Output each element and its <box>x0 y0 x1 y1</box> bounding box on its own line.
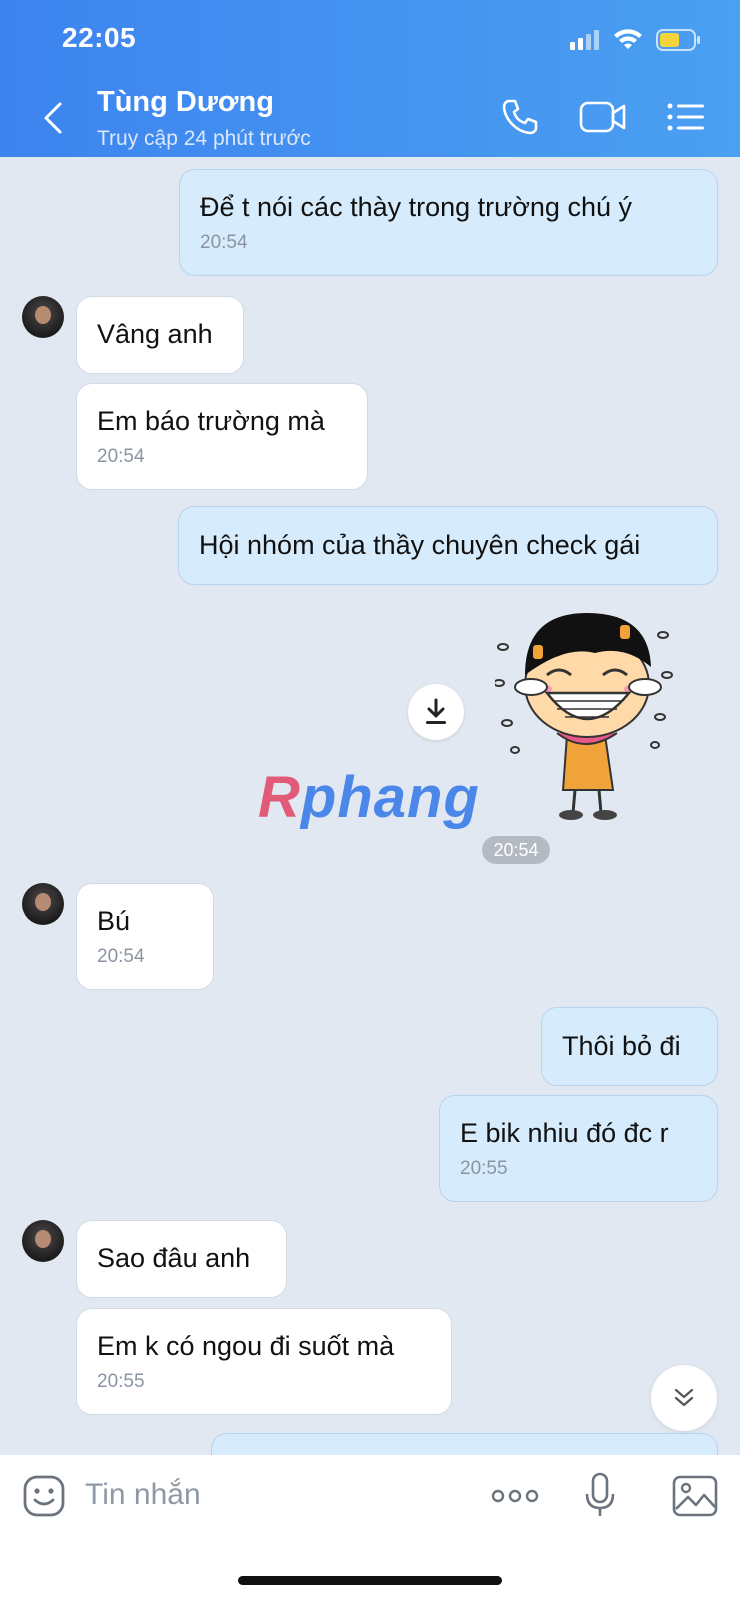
avatar[interactable] <box>22 883 64 925</box>
message-text: E bik nhiu đó đc r <box>460 1118 669 1148</box>
message-text: Em k có ngou đi suốt mà <box>97 1331 395 1361</box>
more-dots-icon <box>491 1489 539 1503</box>
image-gallery-icon <box>672 1475 718 1517</box>
message-input[interactable]: Tin nhắn <box>85 1478 201 1512</box>
photo-button[interactable] <box>671 1470 719 1522</box>
avatar[interactable] <box>22 296 64 338</box>
chat-header: 22:05 Tùng Dương Truy cập 24 phút trước <box>0 0 740 157</box>
sticker-emoji-icon <box>23 1475 65 1517</box>
message-bubble-outgoing[interactable]: E bik nhiu đó đc r 20:55 <box>439 1095 718 1202</box>
download-icon <box>426 698 446 724</box>
message-bubble-incoming[interactable]: Sao đâu anh <box>76 1220 287 1298</box>
laughing-girl-sticker[interactable] <box>495 605 685 825</box>
message-time: 20:54 <box>97 446 145 467</box>
voice-call-button[interactable] <box>494 94 546 140</box>
sticker-time: 20:54 <box>482 836 550 864</box>
message-text: Vâng anh <box>97 319 213 349</box>
phone-icon <box>502 99 538 135</box>
menu-button[interactable] <box>660 94 712 140</box>
scroll-to-bottom-button[interactable] <box>651 1365 717 1431</box>
status-icons <box>570 28 702 52</box>
message-time: 20:54 <box>97 946 145 967</box>
contact-name[interactable]: Tùng Dương <box>97 86 274 119</box>
message-text: Hội nhóm của thầy chuyên check gái <box>199 530 641 560</box>
contact-status: Truy cập 24 phút trước <box>97 127 311 150</box>
message-text: Bú <box>97 906 131 936</box>
message-bubble-incoming[interactable]: Bú 20:54 <box>76 883 214 990</box>
message-text: Để t nói các thày trong trường chú ý <box>200 192 632 222</box>
message-bubble-outgoing[interactable]: Hội nhóm của thầy chuyên check gái <box>178 506 718 585</box>
home-indicator <box>238 1576 502 1585</box>
message-bubble-incoming[interactable]: Vâng anh <box>76 296 244 374</box>
video-call-button[interactable] <box>577 94 629 140</box>
download-button[interactable] <box>408 684 464 740</box>
watermark-rest: phang <box>300 765 480 830</box>
message-bubble-outgoing[interactable]: Thôi bỏ đi <box>541 1007 718 1086</box>
message-time: 20:54 <box>200 232 248 253</box>
signal-icon <box>570 30 599 50</box>
message-bubble-outgoing[interactable]: Để t nói các thày trong trường chú ý 20:… <box>179 169 718 276</box>
voice-message-button[interactable] <box>582 1470 618 1522</box>
back-button[interactable] <box>36 98 70 138</box>
emoji-button[interactable] <box>20 1470 68 1522</box>
list-menu-icon <box>667 103 704 131</box>
message-text: Em báo trường mà <box>97 406 325 436</box>
message-text: Thôi bỏ đi <box>562 1031 681 1061</box>
status-time: 22:05 <box>62 22 137 53</box>
chevron-left-icon <box>44 102 62 134</box>
video-camera-icon <box>579 101 626 133</box>
battery-icon <box>656 29 700 51</box>
message-text: Sao đâu anh <box>97 1243 251 1273</box>
message-time: 20:55 <box>460 1158 508 1179</box>
sticker-watermark: Rphang <box>258 764 480 831</box>
message-time: 20:55 <box>97 1371 145 1392</box>
microphone-icon <box>585 1472 615 1516</box>
message-bubble-incoming[interactable]: Em báo trường mà 20:54 <box>76 383 368 490</box>
wifi-icon <box>614 29 642 49</box>
watermark-initial: R <box>258 765 301 830</box>
more-options-button[interactable] <box>490 1470 540 1522</box>
avatar[interactable] <box>22 1220 64 1262</box>
double-chevron-down-icon <box>674 1388 694 1407</box>
message-bubble-incoming[interactable]: Em k có ngou đi suốt mà 20:55 <box>76 1308 452 1415</box>
